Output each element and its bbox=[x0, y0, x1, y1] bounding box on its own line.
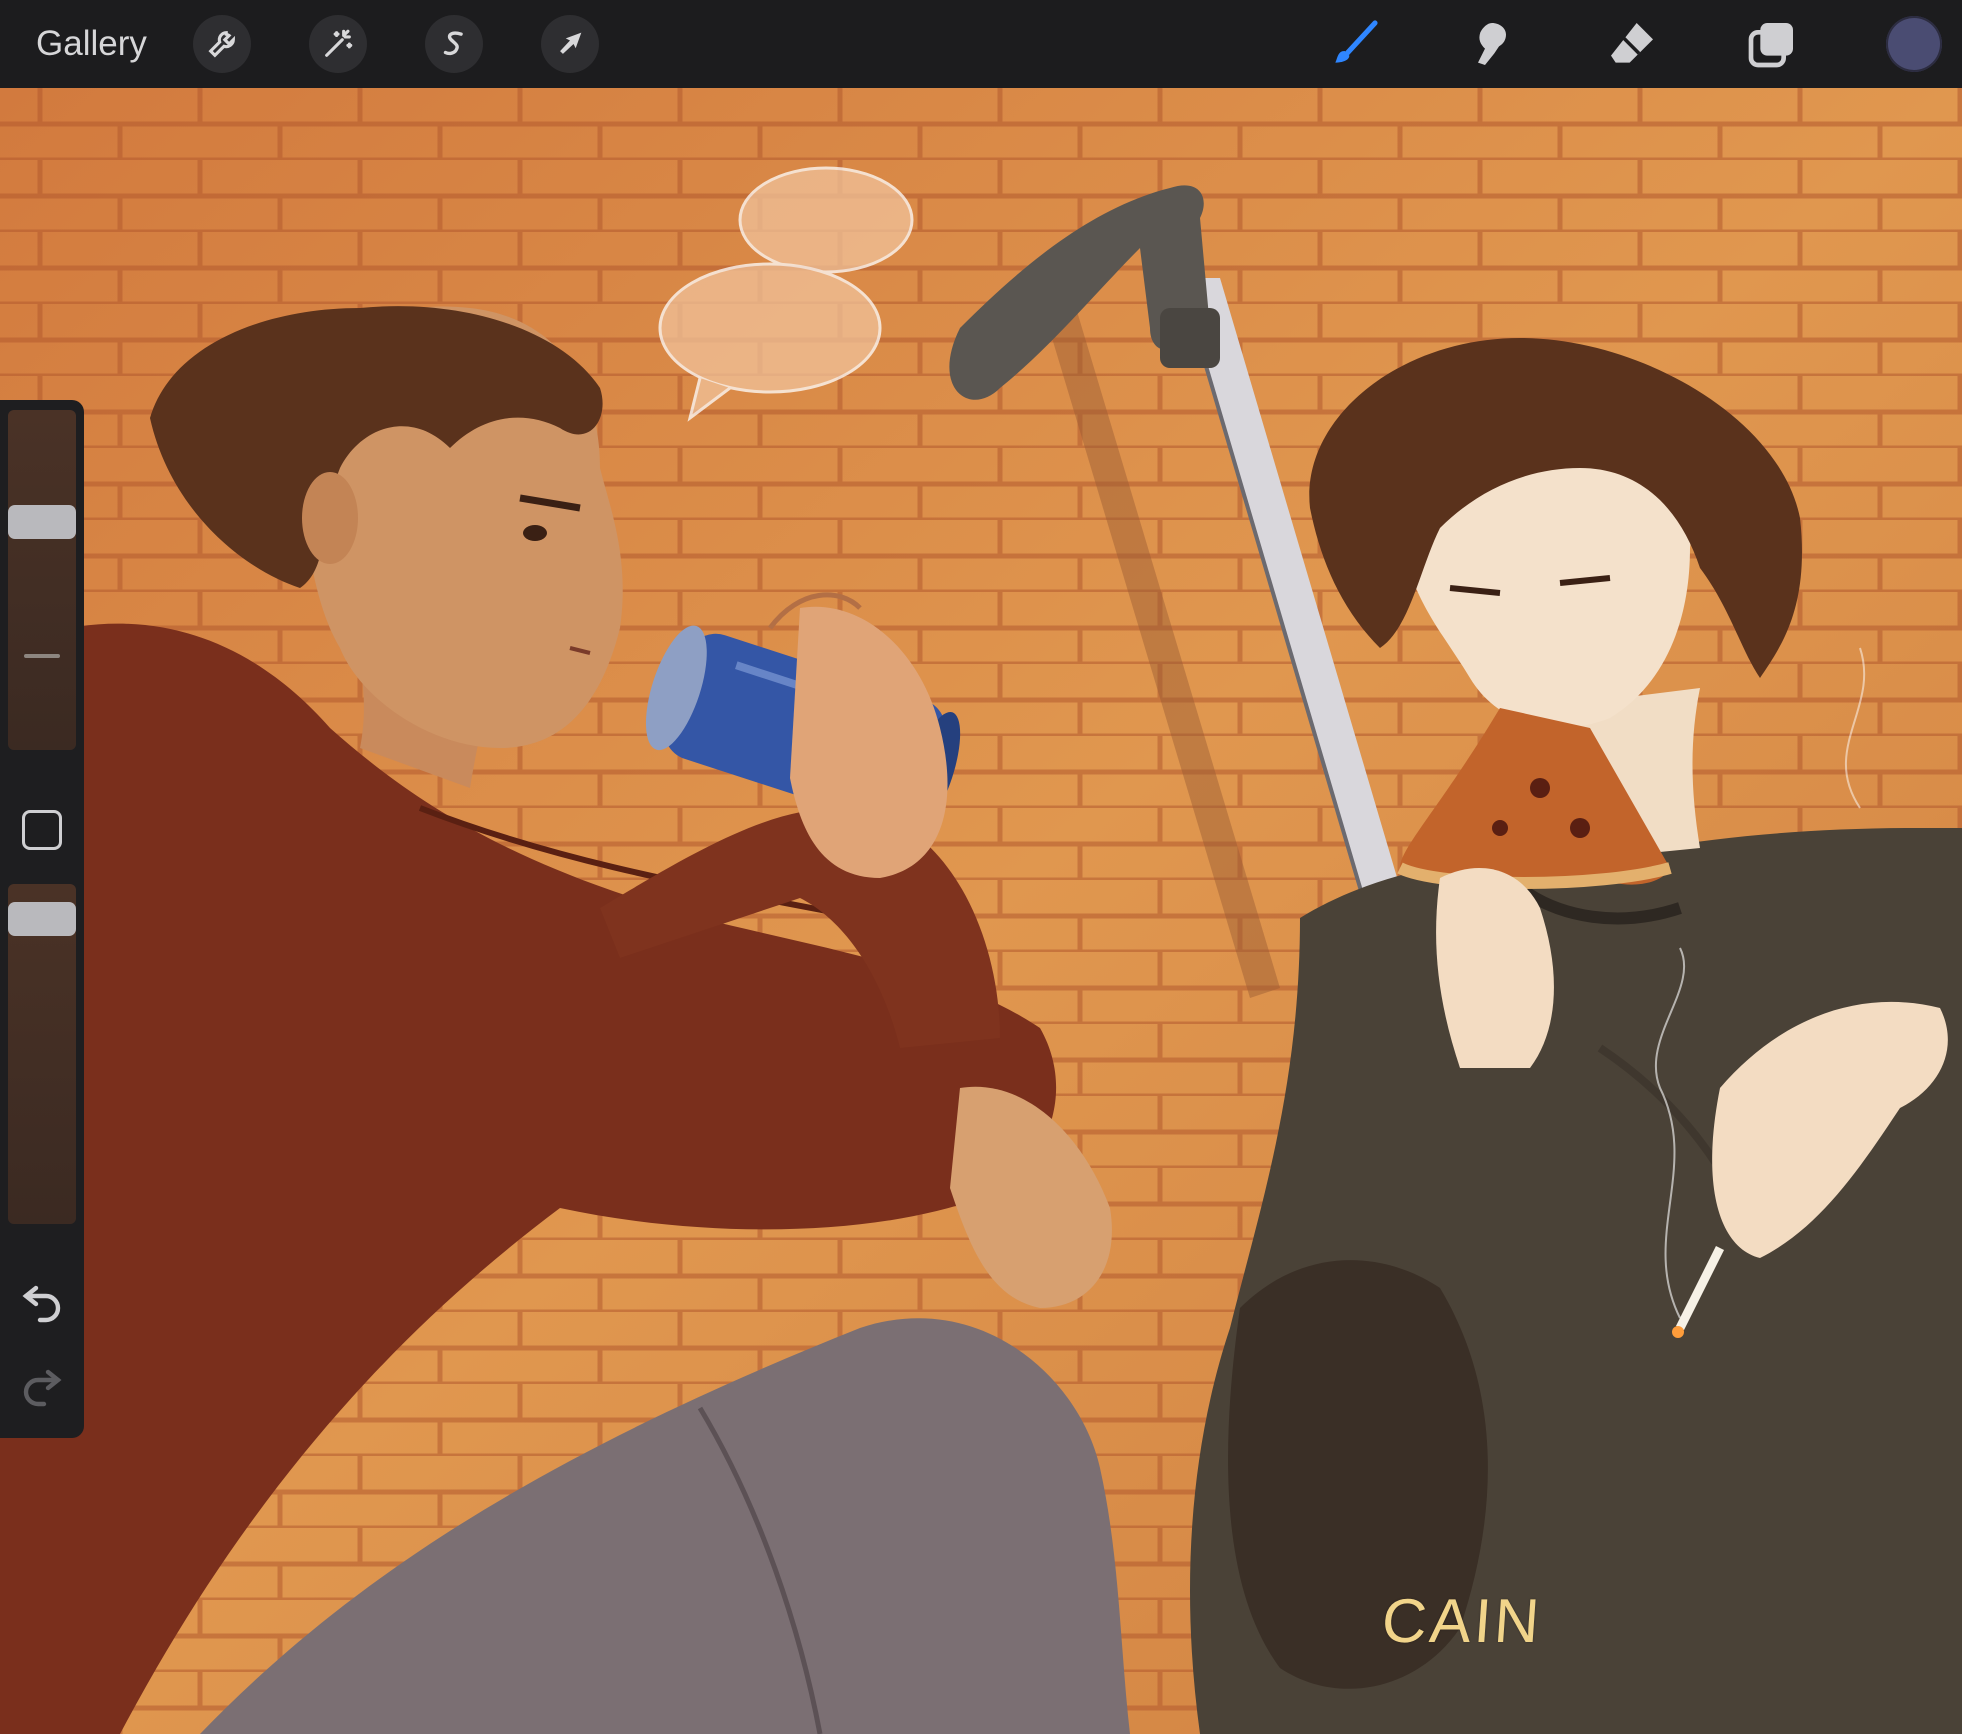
wrench-icon bbox=[208, 31, 236, 58]
selection-button[interactable] bbox=[425, 15, 483, 73]
redo-arrow-icon[interactable] bbox=[18, 1360, 66, 1408]
drawing-canvas[interactable]: CAIN bbox=[0, 88, 1962, 1734]
brush-sidebar bbox=[0, 400, 84, 1438]
smudge-button[interactable] bbox=[1460, 12, 1524, 76]
gallery-button[interactable]: Gallery bbox=[36, 22, 147, 66]
brush-button[interactable] bbox=[1322, 12, 1386, 76]
top-toolbar: Gallery bbox=[0, 0, 1962, 88]
magic-wand-icon bbox=[325, 29, 353, 57]
modify-button[interactable] bbox=[22, 810, 62, 850]
brush-icon bbox=[1335, 20, 1378, 63]
selection-s-icon bbox=[443, 31, 463, 56]
slider-divider bbox=[24, 654, 60, 658]
layers-button[interactable] bbox=[1740, 12, 1804, 76]
opacity-thumb[interactable] bbox=[8, 902, 76, 937]
undo-arrow-icon[interactable] bbox=[18, 1276, 66, 1324]
artist-signature: CAIN bbox=[1379, 1587, 1545, 1656]
arrow-cursor-icon bbox=[560, 32, 582, 54]
artwork-illustration bbox=[0, 88, 1962, 1734]
color-picker-button[interactable] bbox=[1886, 16, 1942, 72]
eraser-button[interactable] bbox=[1600, 12, 1664, 76]
adjustments-button[interactable] bbox=[309, 15, 367, 73]
actions-button[interactable] bbox=[193, 15, 251, 73]
transform-button[interactable] bbox=[541, 15, 599, 73]
eraser-icon bbox=[1611, 23, 1653, 63]
brush-size-thumb[interactable] bbox=[8, 504, 76, 539]
smudge-finger-icon bbox=[1478, 23, 1506, 65]
layers-icon bbox=[1748, 23, 1793, 68]
brush-size-slider[interactable] bbox=[8, 410, 76, 750]
